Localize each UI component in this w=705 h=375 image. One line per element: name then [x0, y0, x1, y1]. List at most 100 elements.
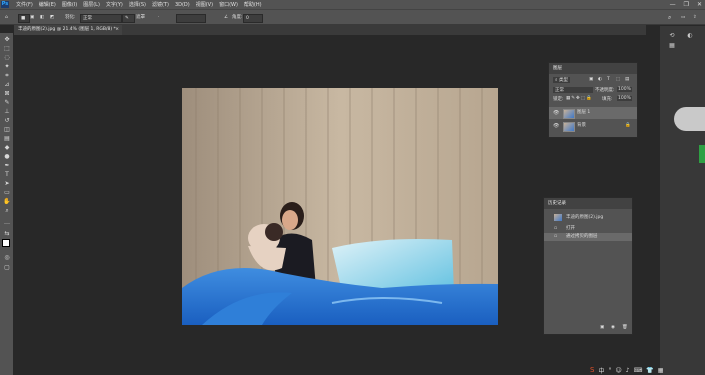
foreground-color-swatch[interactable] — [2, 239, 10, 247]
menu-image[interactable]: 图像(I) — [62, 1, 77, 8]
menu-help[interactable]: 帮助(H) — [244, 1, 262, 8]
close-button[interactable]: ✕ — [697, 1, 702, 8]
crop-tool-icon[interactable]: ⌗ — [3, 72, 11, 79]
gradient-tool-icon[interactable]: ▤ — [3, 135, 11, 142]
filter-pixel-icon[interactable]: ▣ — [589, 77, 593, 82]
frame-tool-icon[interactable]: ⊠ — [3, 90, 11, 97]
menu-bar: Ps 文件(F) 编辑(E) 图像(I) 图层(L) 文字(Y) 选择(S) 滤… — [0, 0, 705, 9]
angle-icon[interactable]: ∠ — [224, 14, 228, 21]
history-item-copy-layer[interactable]: ▫ 通过拷贝的图层 — [544, 233, 632, 241]
visibility-eye-icon[interactable]: 👁 — [553, 120, 559, 132]
right-dock: ⟲ ◐ ▦ — [660, 26, 705, 375]
history-snapshot[interactable]: 丰迪的原图(2).jpg — [544, 213, 632, 223]
skin-icon[interactable]: 👕 — [646, 367, 653, 374]
feather-input[interactable]: 正常 — [80, 14, 122, 23]
snapshot-camera-icon[interactable]: ◉ — [611, 325, 615, 330]
menu-type[interactable]: 文字(Y) — [106, 1, 123, 8]
eyedropper-tool-icon[interactable]: ⊿ — [3, 81, 11, 88]
brush-icon[interactable]: ✎ — [122, 14, 135, 23]
floating-widget[interactable] — [674, 107, 705, 131]
document-tab[interactable]: 丰迪的原图(2).jpg @ 21.4% (图层 1, RGB/8) * × — [14, 25, 122, 35]
share-icon[interactable]: ⇪ — [693, 14, 697, 21]
layer-thumbnail — [563, 122, 575, 132]
color-panel-icon[interactable]: ◐ — [686, 32, 694, 39]
home-icon[interactable]: ⌂ — [5, 14, 8, 21]
restore-button[interactable]: ❐ — [684, 1, 689, 8]
swap-colors-icon[interactable]: ⇆ — [3, 230, 11, 237]
stamp-tool-icon[interactable]: ⊥ — [3, 108, 11, 115]
photo-illustration — [182, 88, 498, 325]
layer-name: 背景 — [577, 123, 586, 128]
hand-tool-icon[interactable]: ✋ — [3, 198, 11, 205]
path-select-tool-icon[interactable]: ➤ — [3, 180, 11, 187]
new-selection-icon[interactable]: ■ — [18, 14, 30, 23]
brush-tool-icon[interactable]: ✎ — [3, 99, 11, 106]
type-tool-icon[interactable]: T — [3, 171, 11, 178]
filter-shape-icon[interactable]: ⬚ — [616, 77, 620, 82]
menu-filter[interactable]: 滤镜(T) — [152, 1, 169, 8]
mic-icon[interactable]: ♪ — [626, 367, 630, 374]
menu-layer[interactable]: 图层(L) — [83, 1, 100, 8]
quick-mask-icon[interactable]: ◎ — [3, 254, 11, 261]
app-logo[interactable]: Ps — [1, 1, 9, 8]
new-doc-icon[interactable]: ▣ — [600, 325, 604, 330]
shape-tool-icon[interactable]: ▭ — [3, 189, 11, 196]
history-panel-title: 历史记录 — [544, 198, 632, 209]
search-icon[interactable]: ⌕ — [668, 14, 671, 21]
filter-smart-icon[interactable]: ▤ — [625, 77, 629, 82]
layers-panel-title: 图层 — [549, 63, 637, 74]
history-item-label: 打开 — [566, 226, 575, 231]
mask-label[interactable]: 遮罩 — [136, 14, 145, 21]
minimize-button[interactable]: — — [670, 1, 676, 8]
filter-type-icon[interactable]: T — [607, 77, 610, 82]
emoji-icon[interactable]: ☺ — [615, 367, 621, 374]
keyboard-icon[interactable]: ⌨ — [634, 367, 643, 374]
intersect-selection-icon[interactable]: ◩ — [50, 14, 54, 21]
filter-adjust-icon[interactable]: ◐ — [598, 77, 602, 82]
opacity-input[interactable]: 100% — [617, 87, 632, 92]
magic-wand-tool-icon[interactable]: ✦ — [3, 63, 11, 70]
menu-file[interactable]: 文件(F) — [16, 1, 33, 8]
more-tools-icon[interactable]: … — [3, 219, 11, 226]
document-tab-close-icon[interactable]: × — [115, 25, 119, 35]
layer-thumbnail — [563, 109, 575, 119]
snapshot-thumbnail — [554, 214, 562, 221]
layers-filter-select[interactable]: ⌕ 类型 — [553, 77, 570, 83]
history-brush-tool-icon[interactable]: ↺ — [3, 117, 11, 124]
properties-panel-icon[interactable]: ▦ — [668, 42, 676, 49]
screen-mode-icon[interactable]: ▢ — [3, 264, 11, 271]
history-item-open[interactable]: ▫ 打开 — [544, 225, 632, 233]
punctuation-icon[interactable]: ° — [608, 367, 611, 374]
ime-chinese-icon[interactable]: 中 — [598, 366, 604, 375]
move-tool-icon[interactable]: ✥ — [3, 36, 11, 43]
eraser-tool-icon[interactable]: ◫ — [3, 126, 11, 133]
document-canvas-image[interactable] — [182, 88, 498, 325]
fill-input[interactable]: 100% — [617, 96, 632, 101]
ime-logo-icon[interactable]: S — [590, 366, 594, 374]
menu-view[interactable]: 视图(V) — [196, 1, 213, 8]
workspace-icon[interactable]: ▭ — [681, 14, 685, 21]
history-item-label: 通过拷贝的图层 — [566, 234, 598, 239]
marquee-tool-icon[interactable]: ⬚ — [3, 45, 11, 52]
angle-input[interactable]: 0 — [243, 14, 263, 23]
menu-window[interactable]: 窗口(W) — [219, 1, 238, 8]
menu-select[interactable]: 选择(S) — [129, 1, 146, 8]
add-selection-icon[interactable]: ▣ — [30, 14, 34, 21]
layer-row-background[interactable]: 👁 背景 🔒 — [549, 120, 637, 132]
menu-edit[interactable]: 编辑(E) — [39, 1, 56, 8]
blend-mode-select[interactable]: 正常 — [553, 87, 593, 93]
blur-tool-icon[interactable]: ◆ — [3, 144, 11, 151]
zoom-tool-icon[interactable]: ⌕ — [3, 207, 11, 214]
subtract-selection-icon[interactable]: ◧ — [40, 14, 44, 21]
trash-icon[interactable]: 🗑 — [622, 325, 628, 330]
menu-list: 文件(F) 编辑(E) 图像(I) 图层(L) 文字(Y) 选择(S) 滤镜(T… — [16, 0, 262, 9]
menu-grid-icon[interactable]: ▦ — [658, 367, 664, 374]
lock-icons[interactable]: ▦✎✥⬚🔒 — [566, 96, 593, 101]
lasso-tool-icon[interactable]: ◌ — [3, 54, 11, 61]
pen-tool-icon[interactable]: ✒ — [3, 162, 11, 169]
menu-3d[interactable]: 3D(D) — [175, 2, 190, 8]
history-panel-icon[interactable]: ⟲ — [668, 32, 676, 39]
visibility-eye-icon[interactable]: 👁 — [553, 107, 559, 119]
dodge-tool-icon[interactable]: ● — [3, 153, 11, 160]
layer-row-layer1[interactable]: 👁 图层 1 — [549, 107, 637, 119]
